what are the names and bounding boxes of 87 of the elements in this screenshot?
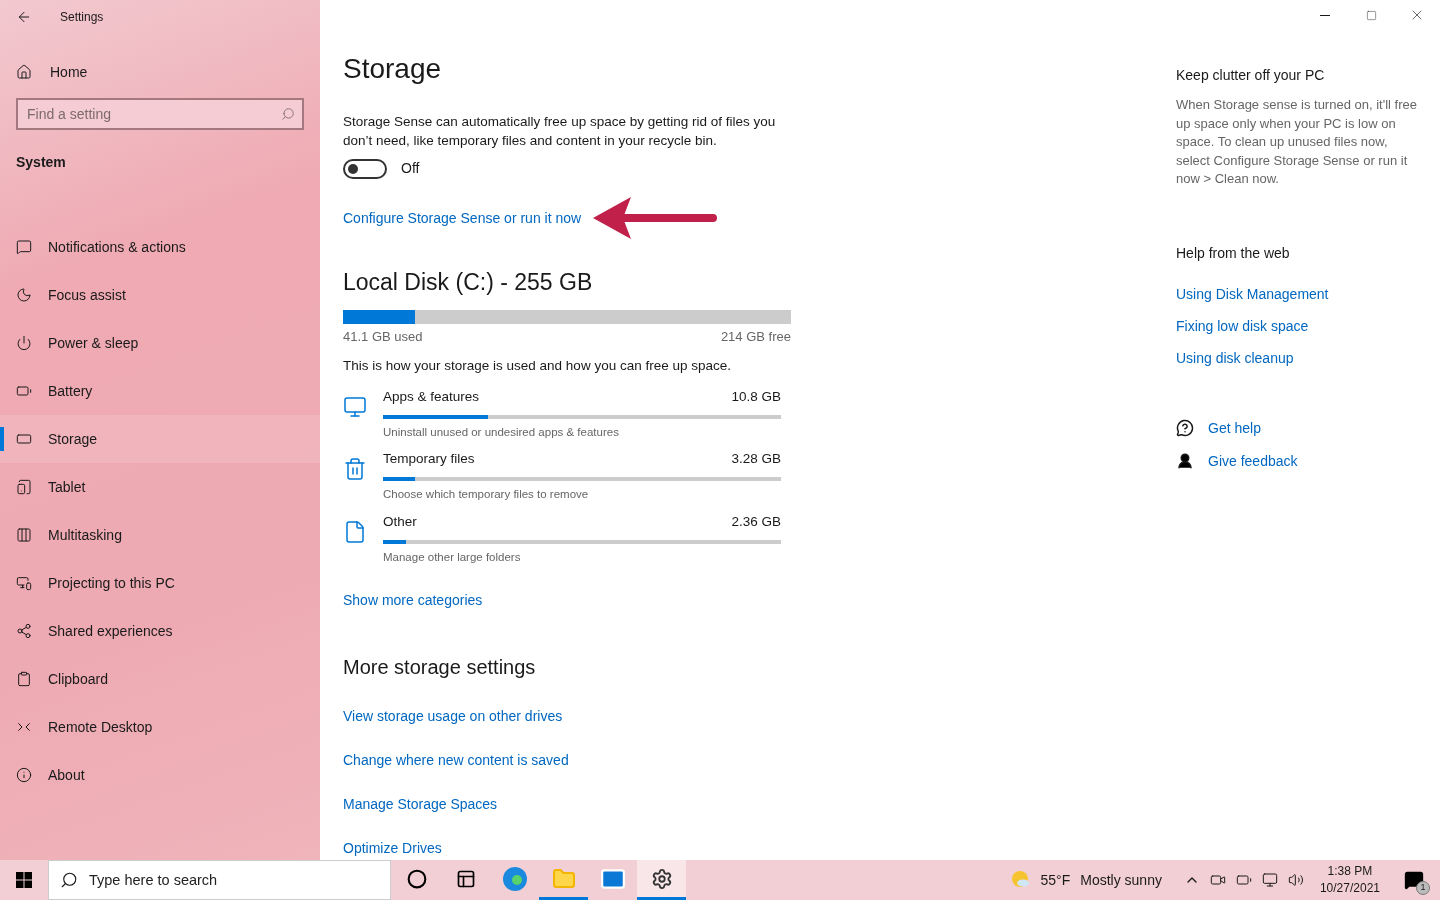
- nav-item[interactable]: About: [0, 751, 320, 799]
- section-heading: System: [15, 153, 66, 172]
- category-hint: Uninstall unused or undesired apps & features: [383, 424, 619, 440]
- free-label: 214 GB free: [720, 327, 791, 346]
- disk-title: Local Disk (C:) - 255 GB: [343, 268, 593, 298]
- drive-icon: [16, 431, 32, 447]
- search-field[interactable]: Find a setting: [16, 98, 304, 130]
- help-link[interactable]: Using Disk Management: [1176, 285, 1329, 302]
- info-icon: [16, 767, 32, 783]
- aside-heading: Help from the web: [1176, 243, 1290, 263]
- monitor-icon: [16, 575, 32, 591]
- taskbar-search-field[interactable]: Type here to search: [48, 860, 391, 900]
- nav-item[interactable]: Notifications & actions: [0, 223, 320, 271]
- category-hint: Choose which temporary files to remove: [383, 487, 589, 503]
- settings-link[interactable]: View storage usage on other drives: [343, 708, 563, 724]
- minimize-icon: [1320, 14, 1330, 16]
- tablet-icon: [16, 479, 32, 495]
- used-label: 41.1 GB used: [343, 327, 423, 346]
- taskbar-app-button[interactable]: [637, 860, 686, 900]
- nav-item[interactable]: Power & sleep: [0, 319, 320, 367]
- window-title: Settings: [60, 9, 104, 26]
- category-name[interactable]: Temporary files: [383, 449, 475, 470]
- battery-icon[interactable]: [1235, 872, 1252, 888]
- back-icon[interactable]: [16, 9, 32, 25]
- search-icon: [281, 107, 295, 121]
- feedback-link[interactable]: Give feedback: [1208, 450, 1298, 472]
- settings-link[interactable]: Optimize Drives: [343, 840, 442, 856]
- category-size: 2.36 GB: [731, 512, 781, 531]
- category-name[interactable]: Other: [383, 511, 417, 532]
- section-title: More storage settings: [343, 655, 536, 680]
- trash-icon: [343, 457, 367, 481]
- usage-description: This is how your storage is used and how you can free up space.: [343, 357, 731, 376]
- description: Storage Sense can automatically free up space by getting rid of files you don’t need, like temporary files and content in your recycle bin.: [343, 113, 777, 151]
- person-icon: [1176, 452, 1194, 471]
- network-icon: [16, 623, 32, 639]
- nav-item[interactable]: Battery: [0, 367, 320, 415]
- message-icon: [16, 239, 32, 255]
- clock[interactable]: 1:38 PM 10/27/2021: [1313, 863, 1386, 897]
- category-size: 10.8 GB: [731, 387, 781, 406]
- category-size: 3.28 GB: [731, 450, 781, 468]
- help-icon: [1176, 419, 1194, 438]
- configure-link[interactable]: Configure Storage Sense or run it now: [343, 207, 582, 229]
- settings-link[interactable]: Manage Storage Spaces: [343, 796, 498, 812]
- weather-icon: [1010, 870, 1031, 890]
- folder-icon: [551, 866, 576, 891]
- clipboard-icon: [16, 671, 32, 687]
- weather-temperature: 55°F: [1040, 870, 1071, 890]
- nav-item[interactable]: Remote Desktop: [0, 703, 320, 751]
- nav-item[interactable]: Projecting to this PC: [0, 559, 320, 607]
- settings-icon: [650, 867, 673, 890]
- volume-icon[interactable]: [1287, 872, 1304, 888]
- nav-item[interactable]: Clipboard: [0, 655, 320, 703]
- show-more-link[interactable]: Show more categories: [343, 592, 483, 608]
- battery-icon: [16, 383, 32, 399]
- browser-icon: [501, 865, 528, 892]
- help-link[interactable]: Using disk cleanup: [1176, 349, 1294, 366]
- columns-icon: [16, 527, 32, 543]
- category-hint: Manage other large folders: [383, 549, 521, 565]
- restore-icon: [1365, 9, 1377, 21]
- notification-count: 1: [1416, 881, 1430, 895]
- home-icon: [16, 64, 32, 80]
- task-view-icon: [455, 868, 476, 889]
- camera-icon[interactable]: [1209, 872, 1226, 888]
- monitor-icon: [343, 394, 367, 419]
- category-name[interactable]: Apps & features: [383, 386, 480, 407]
- circle-icon: [406, 868, 427, 889]
- moon-icon: [16, 287, 32, 303]
- nav-item[interactable]: Focus assist: [0, 271, 320, 319]
- network-icon[interactable]: [1261, 872, 1278, 888]
- nav-item[interactable]: Multitasking: [0, 511, 320, 559]
- aside-text: When Storage sense is turned on, it'll free up space only when your PC is low on space. To clean up unused files now, select Configure Storage Sense or run it now > Clean now.: [1176, 96, 1418, 189]
- windows-icon: [16, 872, 32, 888]
- get-help-link[interactable]: Get help: [1208, 417, 1261, 439]
- aside-heading: Keep clutter off your PC: [1176, 66, 1325, 86]
- settings-link[interactable]: Change where new content is saved: [343, 752, 569, 768]
- nav-item[interactable]: Storage: [0, 415, 320, 463]
- file-icon: [343, 519, 367, 544]
- search-icon: [60, 871, 78, 889]
- weather-condition: Mostly sunny: [1080, 870, 1162, 890]
- nav-item[interactable]: Tablet: [0, 463, 320, 511]
- toggle-switch[interactable]: [343, 158, 387, 179]
- toggle-label: Off: [401, 159, 420, 179]
- page-title: Storage: [343, 52, 442, 87]
- home-link[interactable]: Home: [0, 50, 320, 94]
- power-icon: [16, 335, 32, 351]
- nav-item[interactable]: Shared experiences: [0, 607, 320, 655]
- help-link[interactable]: Fixing low disk space: [1176, 317, 1309, 334]
